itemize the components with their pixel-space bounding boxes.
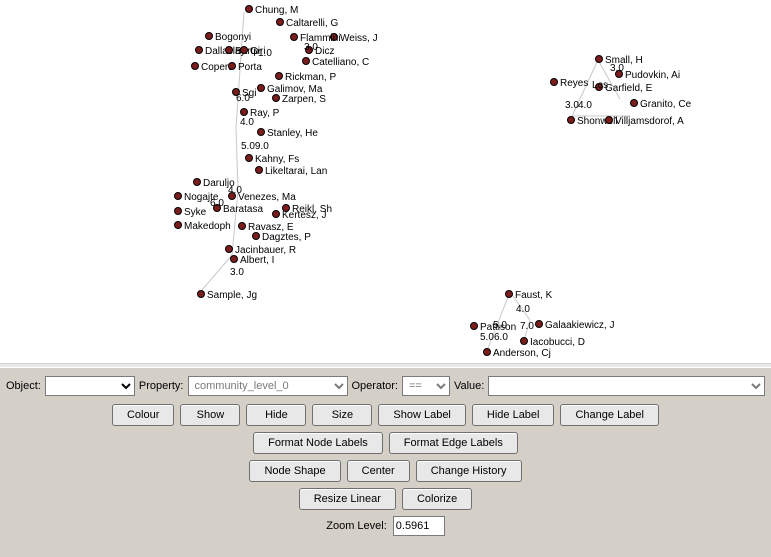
graph-node[interactable]: Villjamsdorof, A	[605, 116, 684, 127]
show-button[interactable]: Show	[180, 404, 240, 426]
edge-weight-label: 4.0	[228, 185, 242, 196]
edge-weight-label: 3.0	[565, 100, 579, 111]
edge-weight-label: 6.0	[210, 198, 224, 209]
graph-node[interactable]: Makedoph	[174, 221, 231, 232]
graph-node[interactable]: Iacobucci, D	[520, 337, 585, 348]
graph-node[interactable]: Caltarelli, G	[276, 18, 338, 29]
control-panel: Object: Property: community_level_0 Oper…	[0, 367, 771, 557]
zoom-label: Zoom Level:	[326, 520, 387, 532]
graph-node[interactable]: Chung, M	[245, 5, 298, 16]
edge-weight-label: 3.0	[610, 63, 624, 74]
colour-button[interactable]: Colour	[112, 404, 174, 426]
filter-row: Object: Property: community_level_0 Oper…	[0, 368, 771, 402]
graph-canvas[interactable]: Small, HPudovkin, AiGarfield, EReyesLosG…	[0, 0, 771, 363]
edge-weight-label: 5.0	[480, 332, 494, 343]
operator-select[interactable]: ==	[402, 376, 450, 396]
object-label: Object:	[6, 380, 41, 392]
edge-weight-label: 6.0	[236, 93, 250, 104]
size-button[interactable]: Size	[312, 404, 372, 426]
node-shape-button[interactable]: Node Shape	[249, 460, 340, 482]
graph-edges	[0, 0, 771, 363]
graph-node[interactable]: Galaakiewicz, J	[535, 320, 614, 331]
change-history-button[interactable]: Change History	[416, 460, 522, 482]
hide-button[interactable]: Hide	[246, 404, 306, 426]
graph-node[interactable]: Stanley, He	[257, 128, 318, 139]
graph-node[interactable]: Dagztes, P	[252, 232, 311, 243]
graph-node[interactable]: Copers	[191, 62, 233, 73]
graph-node[interactable]: Albert, I	[230, 255, 274, 266]
colorize-button[interactable]: Colorize	[402, 488, 472, 510]
graph-node[interactable]: Granito, Ce	[630, 99, 691, 110]
graph-node[interactable]: Porta	[228, 62, 262, 73]
edge-weight-label: 5.09.0	[241, 141, 269, 152]
edge-weight-label: 7.0	[520, 321, 534, 332]
center-button[interactable]: Center	[347, 460, 410, 482]
graph-node[interactable]: Los	[592, 80, 608, 91]
edge-weight-label: 4.0	[516, 304, 530, 315]
graph-node[interactable]: Sample, Jg	[197, 290, 257, 301]
zoom-input[interactable]	[393, 516, 445, 536]
property-select[interactable]: community_level_0	[188, 376, 348, 396]
object-select[interactable]	[45, 376, 135, 396]
graph-node[interactable]: Faust, K	[505, 290, 552, 301]
graph-node[interactable]: Catelliano, C	[302, 57, 369, 68]
edge-weight-label: 5.0	[493, 320, 507, 331]
property-label: Property:	[139, 380, 184, 392]
change-label-button[interactable]: Change Label	[560, 404, 659, 426]
graph-node[interactable]: Kertesz, J	[272, 210, 326, 221]
format-node-labels-button[interactable]: Format Node Labels	[253, 432, 383, 454]
value-label: Value:	[454, 380, 484, 392]
edge-weight-label: 3.0	[304, 42, 318, 53]
graph-node[interactable]: Reyes	[550, 78, 588, 89]
graph-node[interactable]: Bogonyi	[205, 32, 251, 43]
value-select[interactable]	[488, 376, 765, 396]
graph-node[interactable]: Kahny, Fs	[245, 154, 299, 165]
edge-weight-label: 4.0	[578, 100, 592, 111]
graph-node[interactable]: Likeltarai, Lan	[255, 166, 327, 177]
graph-node[interactable]: Anderson, Cj	[483, 348, 551, 359]
hide-label-button[interactable]: Hide Label	[472, 404, 555, 426]
resize-linear-button[interactable]: Resize Linear	[299, 488, 396, 510]
edge-weight-label: 4.0	[240, 117, 254, 128]
show-label-button[interactable]: Show Label	[378, 404, 466, 426]
graph-node[interactable]: Syke	[174, 207, 206, 218]
graph-node[interactable]: Rickman, P	[275, 72, 336, 83]
format-edge-labels-button[interactable]: Format Edge Labels	[389, 432, 518, 454]
graph-node[interactable]: Zarpen, S	[272, 94, 326, 105]
edge-weight-label: 6.0	[494, 332, 508, 343]
edge-weight-label: 1.0	[258, 48, 272, 59]
edge-weight-label: 3.0	[230, 267, 244, 278]
graph-node[interactable]: Pudovkin, Ai	[615, 70, 680, 81]
operator-label: Operator:	[352, 380, 398, 392]
